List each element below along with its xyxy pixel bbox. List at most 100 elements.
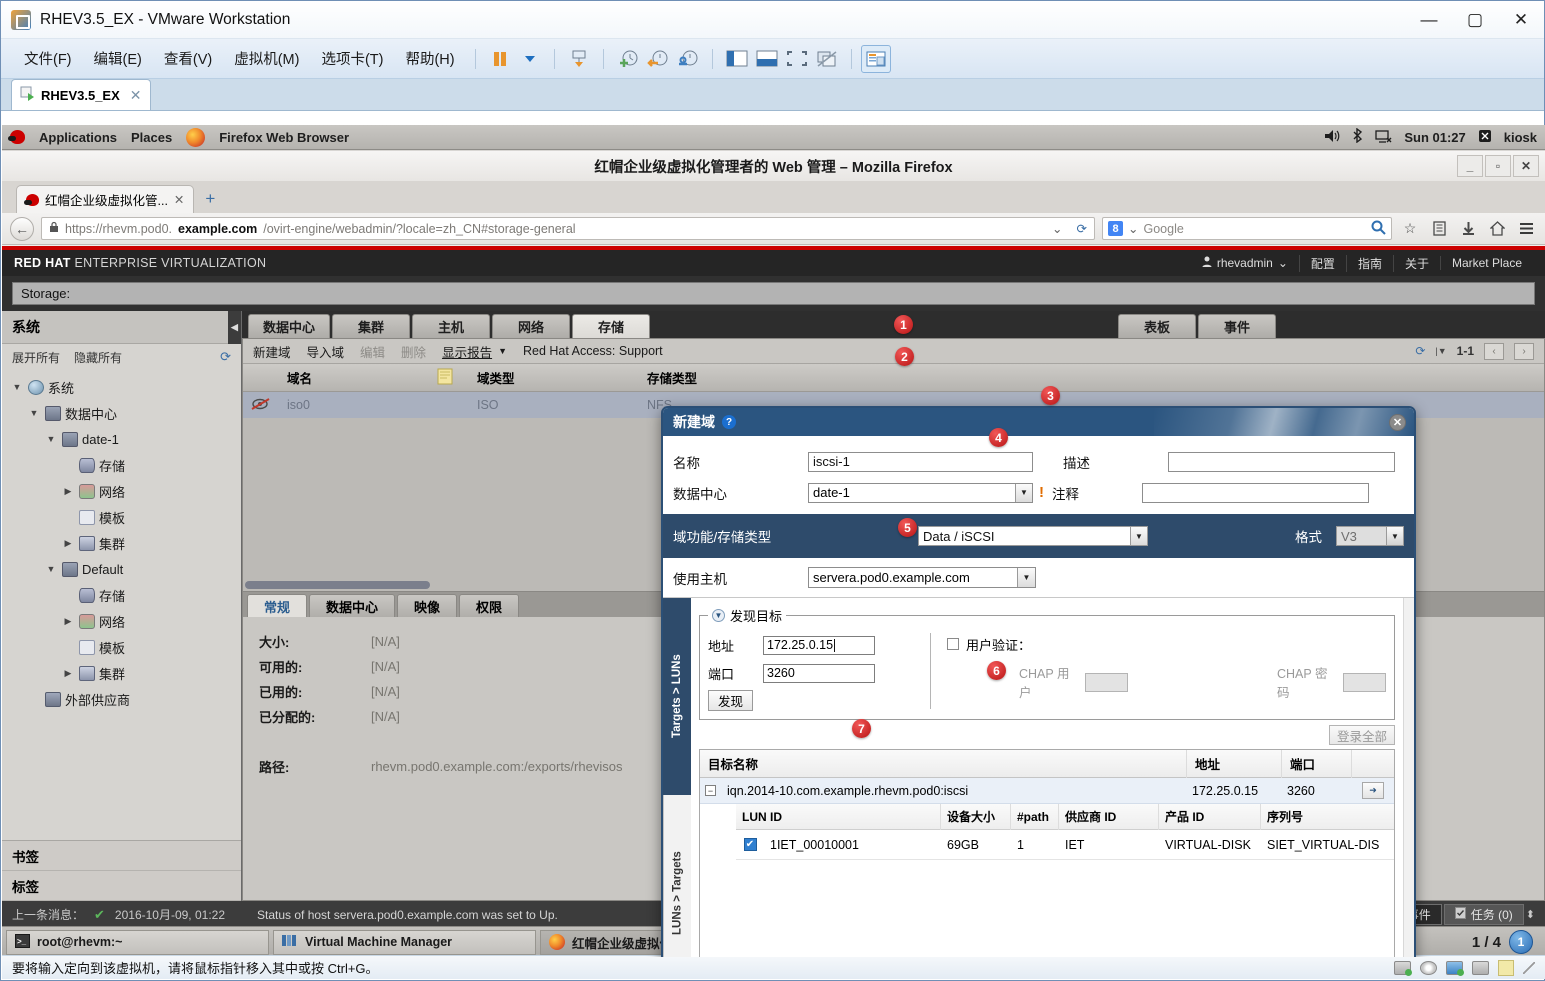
firefox-tab-close-icon[interactable]: ✕ <box>174 192 184 207</box>
status-tab-tasks[interactable]: 任务 (0) <box>1443 904 1524 925</box>
note-icon[interactable] <box>1498 959 1514 976</box>
input-comment[interactable] <box>1142 482 1369 503</box>
auth-checkbox-row[interactable]: 用户验证： <box>947 631 1386 657</box>
tree-twisty-collapsed-icon[interactable]: ▶ <box>61 668 75 679</box>
input-description[interactable] <box>1168 451 1395 472</box>
show-console-view-icon[interactable] <box>752 45 782 73</box>
workspace-badge[interactable]: 1 <box>1509 930 1533 954</box>
hamburger-menu-icon[interactable] <box>1515 218 1537 240</box>
col-target-name[interactable]: 目标名称 <box>700 750 1187 778</box>
tree-node-date-1[interactable]: ▼ date-1 <box>2 426 241 452</box>
help-icon[interactable]: ? <box>722 415 736 429</box>
input-port[interactable]: 3260 <box>763 663 875 683</box>
input-name[interactable]: iscsi-1 <box>808 451 1033 472</box>
select-use-host[interactable]: servera.pod0.example.com ▼ <box>808 567 1036 588</box>
taskbar-item-terminal[interactable]: >_ root@rhevm:~ <box>6 929 269 955</box>
arrow-right-icon[interactable]: ➜ <box>1362 782 1384 799</box>
select-datacenter[interactable]: date-1 ▼ <box>808 482 1033 503</box>
tree-twisty-collapsed-icon[interactable]: ▶ <box>61 538 75 549</box>
vm-tab-rhev35ex[interactable]: RHEV3.5_EX ✕ <box>11 79 151 110</box>
revert-snapshot-icon[interactable] <box>643 45 673 73</box>
tags-section[interactable]: 标签 <box>2 871 241 901</box>
detail-tab-general[interactable]: 常规 <box>247 594 308 617</box>
bookmarks-section[interactable]: 书签 <box>2 841 241 871</box>
auth-checkbox[interactable] <box>947 638 959 650</box>
tree-twisty-expanded-icon[interactable]: ▼ <box>27 408 41 418</box>
fullscreen-icon[interactable] <box>782 45 812 73</box>
pause-icon[interactable] <box>485 45 515 73</box>
discover-button[interactable]: 发现 <box>708 690 754 711</box>
tab-storage[interactable]: 存储 <box>572 314 651 338</box>
volume-icon[interactable] <box>1324 129 1340 146</box>
tab-clusters[interactable]: 集群 <box>332 314 411 338</box>
tree-node-模板[interactable]: 模板 <box>2 634 241 660</box>
tab-events[interactable]: 事件 <box>1198 314 1277 338</box>
library-icon[interactable] <box>1428 218 1450 240</box>
bookmark-star-icon[interactable]: ☆ <box>1399 218 1421 240</box>
chevron-down-icon[interactable]: ▼ <box>498 346 507 356</box>
back-arrow-icon[interactable]: ← <box>10 216 34 241</box>
search-bar[interactable]: 8 ⌄ Google <box>1102 217 1392 240</box>
bluetooth-icon[interactable] <box>1352 127 1363 146</box>
show-sidebar-icon[interactable] <box>722 45 752 73</box>
lun-checkbox-cell[interactable]: ✔ <box>736 838 764 851</box>
rhev-search-input[interactable]: Storage: <box>12 282 1535 305</box>
tree-node-网络[interactable]: ▶ 网络 <box>2 478 241 504</box>
gnome-window-label[interactable]: Firefox Web Browser <box>219 130 349 145</box>
chevron-down-icon[interactable]: ▼ <box>712 609 725 622</box>
detail-tab-images[interactable]: 映像 <box>397 594 458 617</box>
detail-tab-permissions[interactable]: 权限 <box>459 594 520 617</box>
status-expand-icon[interactable]: ⬍ <box>1526 908 1535 921</box>
target-expander[interactable]: − <box>700 778 722 804</box>
chevron-down-icon[interactable]: ▼ <box>1015 483 1032 502</box>
gnome-applications-menu[interactable]: Applications <box>39 130 117 145</box>
library-view-icon[interactable] <box>860 44 891 73</box>
firefox-new-tab-button[interactable]: + <box>205 189 215 209</box>
search-icon[interactable] <box>1371 220 1386 238</box>
col-device-size[interactable]: 设备大小 <box>941 803 1011 830</box>
reload-icon[interactable]: ⟳ <box>1077 221 1087 236</box>
harddisk-icon[interactable] <box>1394 960 1412 976</box>
firefox-tab-rhev[interactable]: 红帽企业级虚拟化管... ✕ <box>16 185 195 213</box>
tree-collapse-button[interactable]: ◀ <box>228 311 241 344</box>
grid-col-storage-type[interactable]: 存储类型 <box>639 368 759 387</box>
tree-twisty-expanded-icon[interactable]: ▼ <box>44 564 58 574</box>
menu-edit[interactable]: 编辑(E) <box>83 44 153 73</box>
col-serial[interactable]: 序列号 <box>1261 804 1394 830</box>
menu-help[interactable]: 帮助(H) <box>394 44 465 73</box>
tree-twisty-expanded-icon[interactable]: ▼ <box>10 382 24 392</box>
tree-node-模板[interactable]: 模板 <box>2 504 241 530</box>
workspace-indicator[interactable]: 1 / 4 <box>1472 934 1501 951</box>
input-address[interactable]: 172.25.0.15 <box>763 635 875 655</box>
grid-refresh-icon[interactable]: ⟳ <box>1415 344 1425 358</box>
nav-guide[interactable]: 指南 <box>1345 254 1393 272</box>
tab-networks[interactable]: 网络 <box>492 314 571 338</box>
url-dropdown-icon[interactable]: ⌄ <box>1052 221 1062 236</box>
import-domain-button[interactable]: 导入域 <box>307 342 345 361</box>
cdrom-icon[interactable] <box>1420 960 1437 975</box>
refresh-icon[interactable]: ⟳ <box>220 349 231 365</box>
target-row[interactable]: − iqn.2014-10.com.example.rhevm.pod0:isc… <box>700 778 1394 804</box>
target-login-action[interactable]: ➜ <box>1352 778 1394 804</box>
tab-datacenters[interactable]: 数据中心 <box>248 314 331 338</box>
collapse-all-link[interactable]: 隐藏所有 <box>74 349 122 366</box>
vmware-close-button[interactable]: ✕ <box>1498 1 1544 39</box>
new-domain-button[interactable]: 新建域 <box>253 342 291 361</box>
tree-node-外部供应商[interactable]: 外部供应商 <box>2 686 241 712</box>
taskbar-item-vmm[interactable]: Virtual Machine Manager <box>273 929 536 955</box>
detail-tab-datacenter[interactable]: 数据中心 <box>309 594 396 617</box>
chevron-down-icon[interactable]: ▼ <box>1130 527 1147 545</box>
tree-node-default[interactable]: ▼ Default <box>2 556 241 582</box>
user-menu[interactable]: rhevadmin ⌄ <box>1191 256 1299 270</box>
gnome-user-name[interactable]: kiosk <box>1504 130 1537 145</box>
vtab-targets-luns[interactable]: Targets > LUNs <box>663 598 691 795</box>
nav-config[interactable]: 配置 <box>1298 254 1346 272</box>
chevron-down-icon[interactable]: ▼ <box>1017 568 1035 587</box>
resize-grip[interactable] <box>1523 961 1535 974</box>
tree-node-集群[interactable]: ▶ 集群 <box>2 660 241 686</box>
search-input[interactable]: Google <box>1143 222 1183 236</box>
menu-view[interactable]: 查看(V) <box>153 44 223 73</box>
refresh-chevron-icon[interactable]: |▼ <box>1435 346 1446 356</box>
send-ctrl-alt-del-icon[interactable] <box>564 45 594 73</box>
network-adapter-icon[interactable] <box>1446 960 1464 976</box>
